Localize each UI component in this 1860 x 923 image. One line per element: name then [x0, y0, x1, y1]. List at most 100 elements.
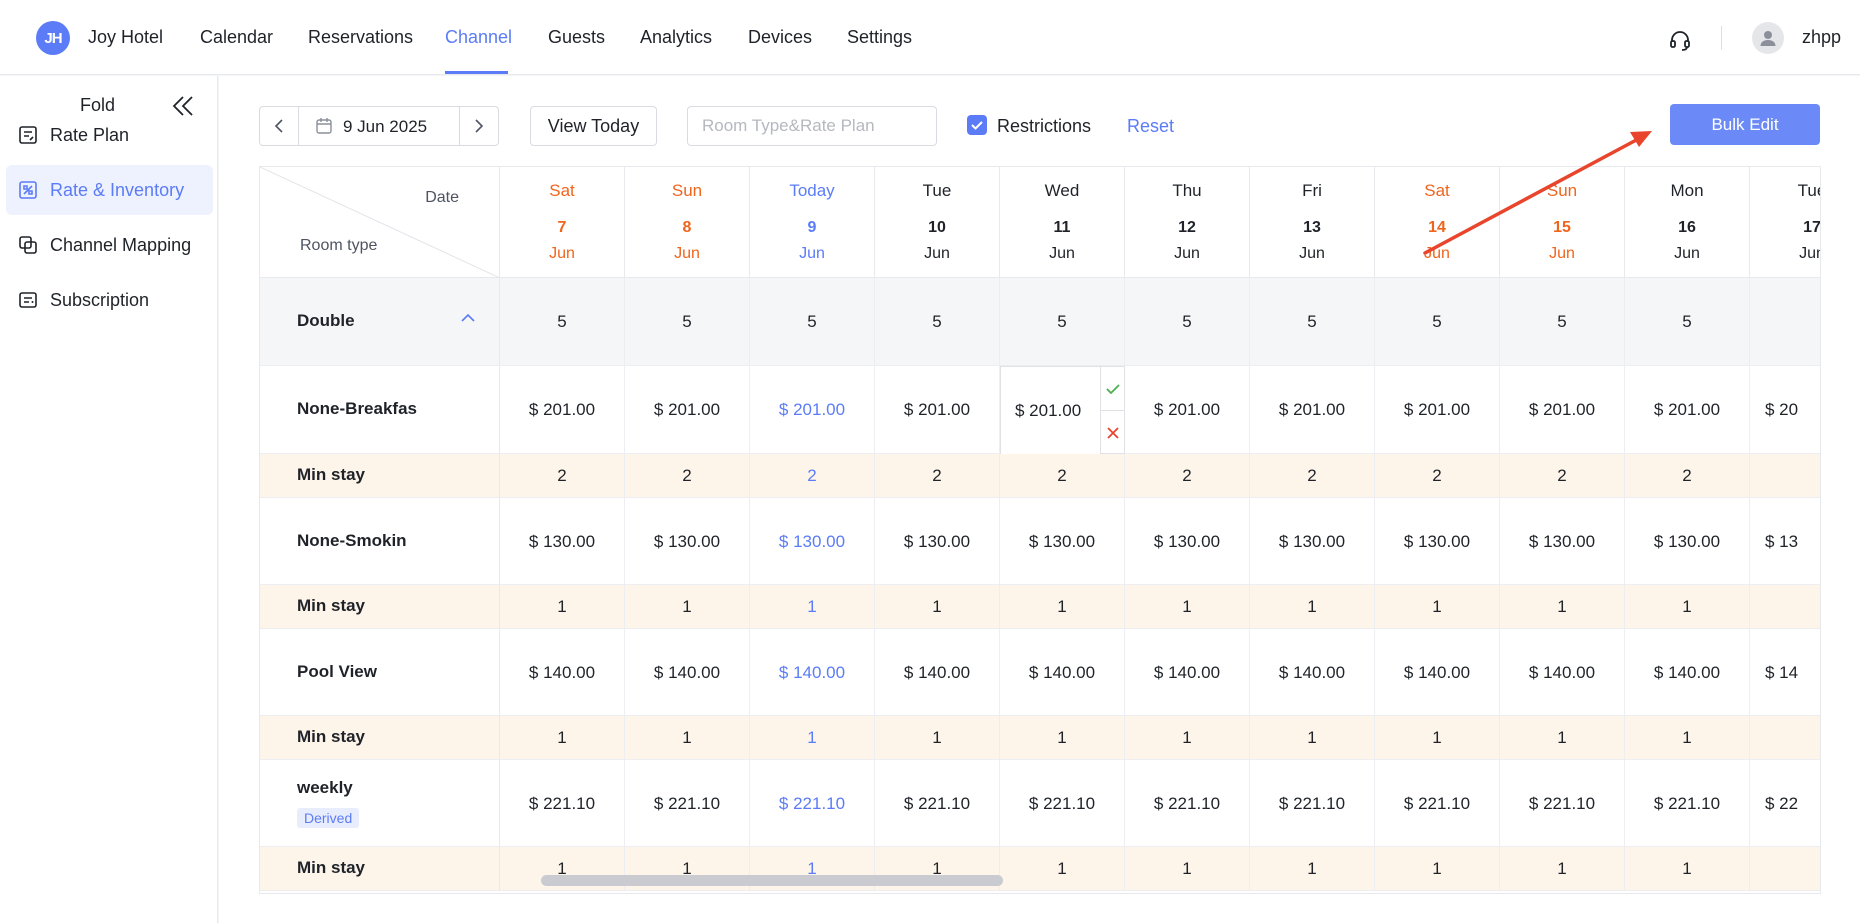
min-stay-cell[interactable]: 2	[1375, 454, 1500, 498]
inventory-cell[interactable]	[1750, 278, 1820, 366]
bulk-edit-button[interactable]: Bulk Edit	[1670, 104, 1820, 145]
rate-cell[interactable]: $ 140.00	[625, 629, 750, 716]
rate-cell[interactable]: $ 13	[1750, 498, 1820, 585]
min-stay-cell[interactable]: 1	[750, 585, 875, 629]
rate-cell[interactable]: $ 140.00	[500, 629, 625, 716]
min-stay-cell[interactable]: 2	[1250, 454, 1375, 498]
rate-cell[interactable]: $ 201.00	[625, 366, 750, 454]
rate-cell[interactable]: $ 221.10	[1500, 760, 1625, 847]
min-stay-cell[interactable]: 1	[875, 585, 1000, 629]
rate-cell[interactable]: $ 221.10	[1000, 760, 1125, 847]
min-stay-cell[interactable]: 2	[1500, 454, 1625, 498]
min-stay-cell[interactable]: 1	[750, 716, 875, 760]
min-stay-cell[interactable]: 1	[1000, 585, 1125, 629]
min-stay-cell[interactable]: 1	[625, 716, 750, 760]
rate-cell[interactable]: $ 201.00	[875, 366, 1000, 454]
rate-cell[interactable]: $ 130.00	[500, 498, 625, 585]
rate-cell[interactable]: $ 140.00	[1250, 629, 1375, 716]
horizontal-scrollbar[interactable]	[541, 875, 1003, 886]
rate-cell[interactable]: $ 201.00	[1625, 366, 1750, 454]
min-stay-cell[interactable]: 2	[625, 454, 750, 498]
min-stay-cell[interactable]	[1750, 716, 1820, 760]
rate-cell[interactable]: $ 201.00	[500, 366, 625, 454]
rate-cell[interactable]: $ 221.10	[1125, 760, 1250, 847]
min-stay-cell[interactable]: 1	[1500, 847, 1625, 891]
nav-devices[interactable]: Devices	[748, 27, 812, 48]
min-stay-cell[interactable]: 2	[1125, 454, 1250, 498]
min-stay-cell[interactable]: 1	[1375, 847, 1500, 891]
date-field[interactable]: 9 Jun 2025	[299, 107, 460, 145]
sidebar-item-subscription[interactable]: Subscription	[6, 275, 213, 325]
min-stay-cell[interactable]: 2	[1625, 454, 1750, 498]
min-stay-cell[interactable]	[1750, 585, 1820, 629]
min-stay-cell[interactable]	[1750, 847, 1820, 891]
min-stay-cell[interactable]: 1	[1125, 847, 1250, 891]
nav-channel[interactable]: Channel	[445, 27, 512, 48]
nav-reservations[interactable]: Reservations	[308, 27, 413, 48]
min-stay-cell[interactable]	[1750, 454, 1820, 498]
rate-cell[interactable]: $ 201.00	[1375, 366, 1500, 454]
room-type-rate-plan-input[interactable]	[687, 106, 937, 146]
rate-cell[interactable]: $ 201.00	[750, 366, 875, 454]
rate-cell[interactable]: $ 22	[1750, 760, 1820, 847]
nav-guests[interactable]: Guests	[548, 27, 605, 48]
nav-calendar[interactable]: Calendar	[200, 27, 273, 48]
min-stay-cell[interactable]: 1	[625, 585, 750, 629]
user-avatar[interactable]	[1752, 22, 1784, 54]
chevron-up-icon[interactable]	[460, 310, 476, 326]
rate-cell[interactable]: $ 221.10	[625, 760, 750, 847]
inventory-cell[interactable]: 5	[1375, 278, 1500, 366]
min-stay-cell[interactable]: 2	[875, 454, 1000, 498]
rate-cell[interactable]: $ 140.00	[1125, 629, 1250, 716]
inventory-cell[interactable]: 5	[1250, 278, 1375, 366]
inventory-cell[interactable]: 5	[875, 278, 1000, 366]
rate-cell[interactable]: $ 221.10	[1375, 760, 1500, 847]
rate-cell[interactable]: $ 130.00	[625, 498, 750, 585]
rate-cell[interactable]: $ 14	[1750, 629, 1820, 716]
min-stay-cell[interactable]: 1	[1000, 716, 1125, 760]
min-stay-cell[interactable]: 1	[1625, 585, 1750, 629]
rate-cell[interactable]: $ 130.00	[1250, 498, 1375, 585]
min-stay-cell[interactable]: 1	[500, 716, 625, 760]
rate-cell[interactable]: $ 130.00	[875, 498, 1000, 585]
rate-cell[interactable]: $ 221.10	[1250, 760, 1375, 847]
min-stay-cell[interactable]: 1	[1625, 716, 1750, 760]
min-stay-cell[interactable]: 1	[875, 716, 1000, 760]
view-today-button[interactable]: View Today	[530, 106, 657, 146]
rate-cell[interactable]: $ 221.10	[500, 760, 625, 847]
min-stay-cell[interactable]: 1	[1375, 585, 1500, 629]
rate-cell[interactable]: $ 221.10	[875, 760, 1000, 847]
confirm-edit-button[interactable]	[1101, 367, 1125, 411]
rate-cell[interactable]: $ 140.00	[1500, 629, 1625, 716]
min-stay-cell[interactable]: 2	[750, 454, 875, 498]
inventory-cell[interactable]: 5	[500, 278, 625, 366]
inventory-cell[interactable]: 5	[1125, 278, 1250, 366]
rate-edit-input[interactable]	[1001, 367, 1101, 455]
sidebar-item-channel-mapping[interactable]: Channel Mapping	[6, 220, 213, 270]
min-stay-cell[interactable]: 1	[500, 585, 625, 629]
username[interactable]: zhpp	[1802, 27, 1841, 48]
room-type-row-label[interactable]: Double	[260, 278, 500, 366]
min-stay-cell[interactable]: 2	[1000, 454, 1125, 498]
rate-cell[interactable]: $ 221.10	[750, 760, 875, 847]
rate-cell[interactable]: $ 221.10	[1625, 760, 1750, 847]
min-stay-cell[interactable]: 1	[1250, 847, 1375, 891]
rate-cell[interactable]: $ 130.00	[1500, 498, 1625, 585]
min-stay-cell[interactable]: 1	[1250, 716, 1375, 760]
rate-cell[interactable]: $ 140.00	[750, 629, 875, 716]
rate-cell[interactable]: $ 201.00	[1500, 366, 1625, 454]
inventory-cell[interactable]: 5	[750, 278, 875, 366]
inventory-cell[interactable]: 5	[1000, 278, 1125, 366]
reset-link[interactable]: Reset	[1127, 116, 1174, 137]
cancel-edit-button[interactable]	[1101, 411, 1125, 455]
next-date-button[interactable]	[459, 107, 498, 145]
nav-settings[interactable]: Settings	[847, 27, 912, 48]
rate-cell[interactable]: $ 130.00	[1375, 498, 1500, 585]
rate-cell[interactable]: $ 130.00	[1125, 498, 1250, 585]
min-stay-cell[interactable]: 1	[1625, 847, 1750, 891]
nav-analytics[interactable]: Analytics	[640, 27, 712, 48]
min-stay-cell[interactable]: 1	[1125, 716, 1250, 760]
rate-cell[interactable]: $ 140.00	[875, 629, 1000, 716]
rate-cell[interactable]: $ 201.00	[1125, 366, 1250, 454]
rate-cell[interactable]: $ 20	[1750, 366, 1820, 454]
